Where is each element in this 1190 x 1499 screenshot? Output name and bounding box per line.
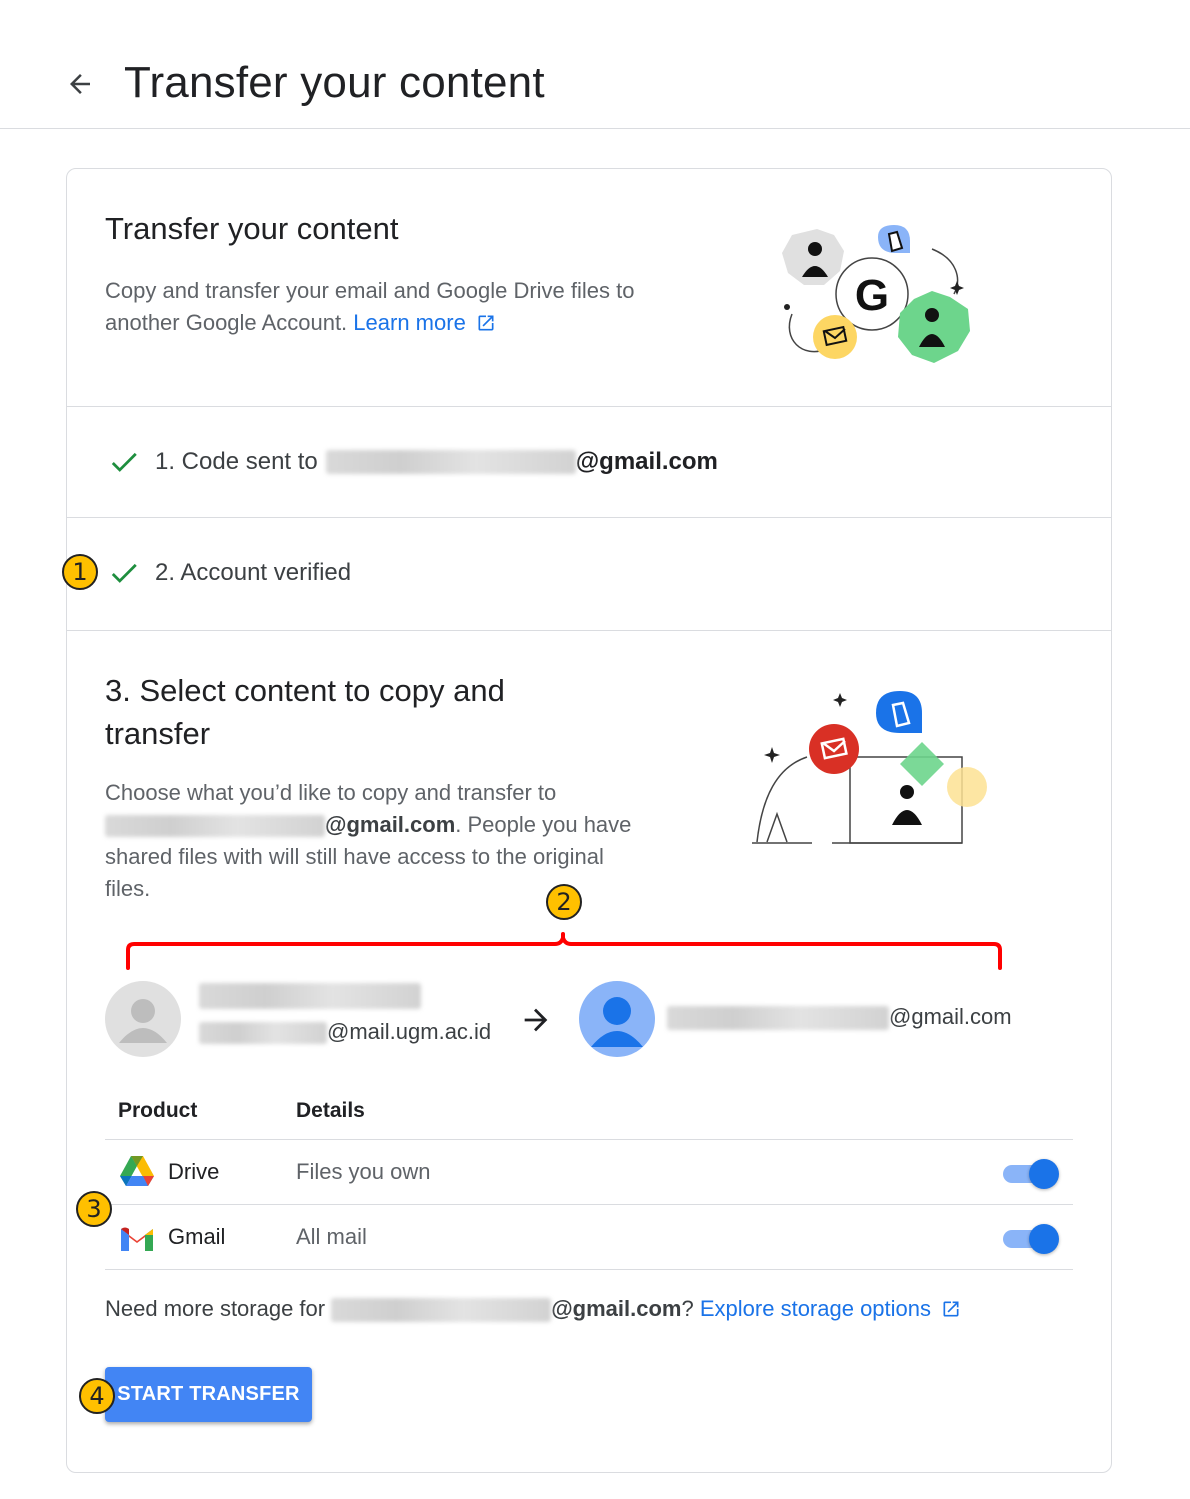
source-account-name (199, 983, 421, 1009)
drive-toggle[interactable] (1001, 1157, 1061, 1189)
redacted-email (105, 815, 325, 838)
check-icon (111, 563, 137, 583)
product-column-header: Product (118, 1099, 198, 1122)
redacted-email (331, 1298, 552, 1323)
source-account-email: @mail.ugm.ac.id (199, 1019, 491, 1045)
product-name: Gmail (168, 1224, 226, 1249)
explore-storage-link[interactable]: Explore storage options (700, 1296, 961, 1321)
google-drive-icon (120, 1156, 154, 1186)
product-details: All mail (296, 1224, 367, 1249)
external-link-icon (943, 1301, 959, 1317)
select-content-illustration (752, 691, 987, 844)
step2-row: 2. Account verified (107, 556, 351, 590)
transfer-illustration: G (782, 225, 970, 363)
step1-email-suffix: @gmail.com (575, 448, 718, 475)
step2-label: 2. Account verified (155, 559, 352, 586)
intro-title: Transfer your content (105, 211, 399, 246)
annotation-badge-3: 3 (76, 1191, 112, 1227)
redacted-email (667, 1006, 889, 1031)
intro-section: Transfer your content Copy and transfer … (67, 169, 1111, 407)
redacted-name (199, 983, 421, 1009)
destination-account-email: @gmail.com (667, 1004, 1012, 1031)
table-row-drive: Drive Files you own (105, 1140, 1073, 1205)
redacted-email (325, 450, 576, 474)
destination-account-avatar (579, 981, 655, 1057)
gmail-icon (121, 1227, 153, 1251)
start-transfer-button[interactable]: START TRANSFER (105, 1367, 312, 1422)
step1-label: 1. Code sent to (155, 448, 318, 475)
step3-title: 3. Select content to copy and transfer (105, 673, 505, 751)
annotation-bracket (126, 932, 1002, 970)
product-table: Product Details Drive Files you own Gmai… (105, 1087, 1073, 1270)
details-column-header: Details (296, 1099, 365, 1122)
transfer-card: Transfer your content Copy and transfer … (66, 168, 1112, 1473)
source-account-avatar (105, 981, 181, 1057)
product-name: Drive (168, 1159, 220, 1184)
back-arrow-icon[interactable] (60, 64, 100, 104)
step1-row: 1. Code sent to @gmail.com (107, 445, 718, 479)
page-title: Transfer your content (124, 58, 545, 107)
annotation-badge-4: 4 (79, 1378, 115, 1414)
redacted-email (199, 1022, 327, 1045)
svg-text:G: G (855, 271, 889, 320)
intro-description: Copy and transfer your email and Google … (105, 275, 645, 339)
step-code-sent: 1. Code sent to @gmail.com (67, 407, 1111, 518)
step-account-verified: 2. Account verified (67, 518, 1111, 631)
table-row-gmail: Gmail All mail (105, 1205, 1073, 1270)
learn-more-link[interactable]: Learn more (353, 310, 496, 335)
top-bar: Transfer your content (0, 0, 1190, 129)
gmail-toggle[interactable] (1001, 1222, 1061, 1254)
arrow-right-icon (524, 1008, 548, 1032)
check-icon (111, 452, 137, 472)
product-details: Files you own (296, 1159, 431, 1184)
external-link-icon (478, 315, 494, 331)
annotation-badge-1: 1 (62, 554, 98, 590)
storage-notice: Need more storage for @gmail.com? Explor… (105, 1296, 961, 1323)
table-header: Product Details (105, 1087, 1073, 1140)
annotation-badge-2: 2 (546, 884, 582, 920)
